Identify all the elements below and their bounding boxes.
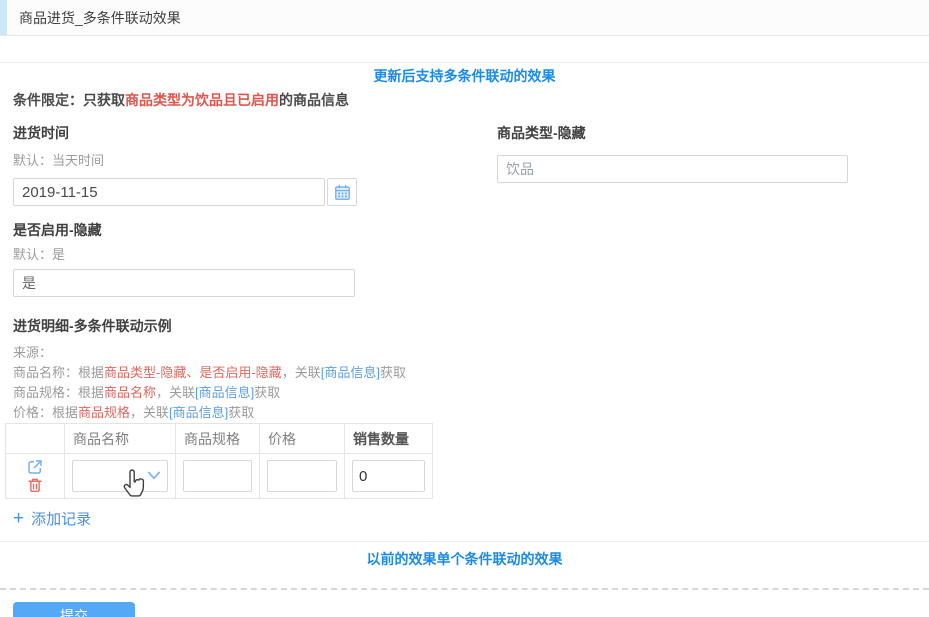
date-input-group	[13, 178, 357, 206]
form-title-bar: 商品进货_多条件联动效果	[0, 0, 929, 36]
row-actions-cell	[6, 454, 65, 499]
chevron-down-icon[interactable]	[147, 470, 161, 482]
col-product-name: 商品名称	[65, 424, 176, 454]
quantity-input[interactable]	[352, 460, 425, 492]
product-type-input[interactable]	[497, 155, 848, 183]
col-product-spec: 商品规格	[176, 424, 260, 454]
add-record-link[interactable]: + 添加记录	[13, 508, 91, 529]
field-product-type: 商品类型-隐藏	[497, 125, 849, 206]
source-label: 来源：	[13, 343, 929, 363]
detail-table: 商品名称 商品规格 价格 销售数量	[5, 423, 433, 499]
condition-prefix: 条件限定：只获取	[13, 92, 125, 108]
add-record-label: 添加记录	[31, 508, 91, 529]
condition-suffix: 的商品信息	[279, 92, 349, 108]
purchase-date-input[interactable]	[13, 178, 325, 206]
col-actions	[6, 424, 65, 454]
submit-button[interactable]: 提交	[13, 602, 135, 617]
open-record-icon[interactable]	[26, 458, 44, 476]
purchase-time-hint: 默认：当天时间	[13, 153, 357, 169]
detail-title: 进货明细-多条件联动示例	[13, 316, 929, 336]
dashed-divider	[0, 588, 929, 590]
product-spec-cell	[176, 454, 260, 499]
trash-icon[interactable]	[26, 476, 44, 494]
calendar-button[interactable]	[327, 178, 357, 206]
enabled-hint: 默认：是	[13, 247, 929, 263]
enabled-label: 是否启用-隐藏	[13, 222, 929, 239]
col-price: 价格	[260, 424, 345, 454]
product-type-label: 商品类型-隐藏	[497, 125, 849, 142]
banner-bottom: 以前的效果单个条件联动的效果	[0, 549, 929, 569]
form-title: 商品进货_多条件联动效果	[19, 8, 181, 28]
source-line: 价格：根据商品规格，关联[商品信息]获取	[13, 403, 929, 423]
condition-note: 条件限定：只获取商品类型为饮品且已启用的商品信息	[13, 90, 929, 110]
quantity-cell	[345, 454, 433, 499]
banner-top: 更新后支持多条件联动的效果	[0, 63, 929, 86]
condition-highlight: 商品类型为饮品且已启用	[125, 92, 279, 108]
form-panel: 更新后支持多条件联动的效果 条件限定：只获取商品类型为饮品且已启用的商品信息 进…	[0, 62, 929, 542]
table-header-row: 商品名称 商品规格 价格 销售数量	[6, 424, 433, 454]
field-purchase-time: 进货时间 默认：当天时间	[13, 125, 357, 206]
product-name-cell	[65, 454, 176, 499]
purchase-time-label: 进货时间	[13, 125, 357, 142]
table-row	[6, 454, 433, 499]
source-line: 商品名称：根据商品类型-隐藏、是否启用-隐藏，关联[商品信息]获取	[13, 363, 929, 383]
title-accent-bar	[0, 0, 7, 35]
field-enabled: 是否启用-隐藏 默认：是	[13, 222, 929, 297]
enabled-input[interactable]	[13, 269, 355, 297]
source-line: 商品规格：根据商品名称，关联[商品信息]获取	[13, 383, 929, 403]
col-quantity: 销售数量	[345, 424, 433, 454]
source-notes: 来源： 商品名称：根据商品类型-隐藏、是否启用-隐藏，关联[商品信息]获取 商品…	[13, 343, 929, 423]
price-cell	[260, 454, 345, 499]
product-spec-input[interactable]	[183, 460, 252, 492]
fields-row: 进货时间 默认：当天时间	[0, 125, 929, 206]
plus-icon: +	[13, 509, 24, 528]
price-input[interactable]	[267, 460, 337, 492]
calendar-icon	[333, 183, 352, 202]
